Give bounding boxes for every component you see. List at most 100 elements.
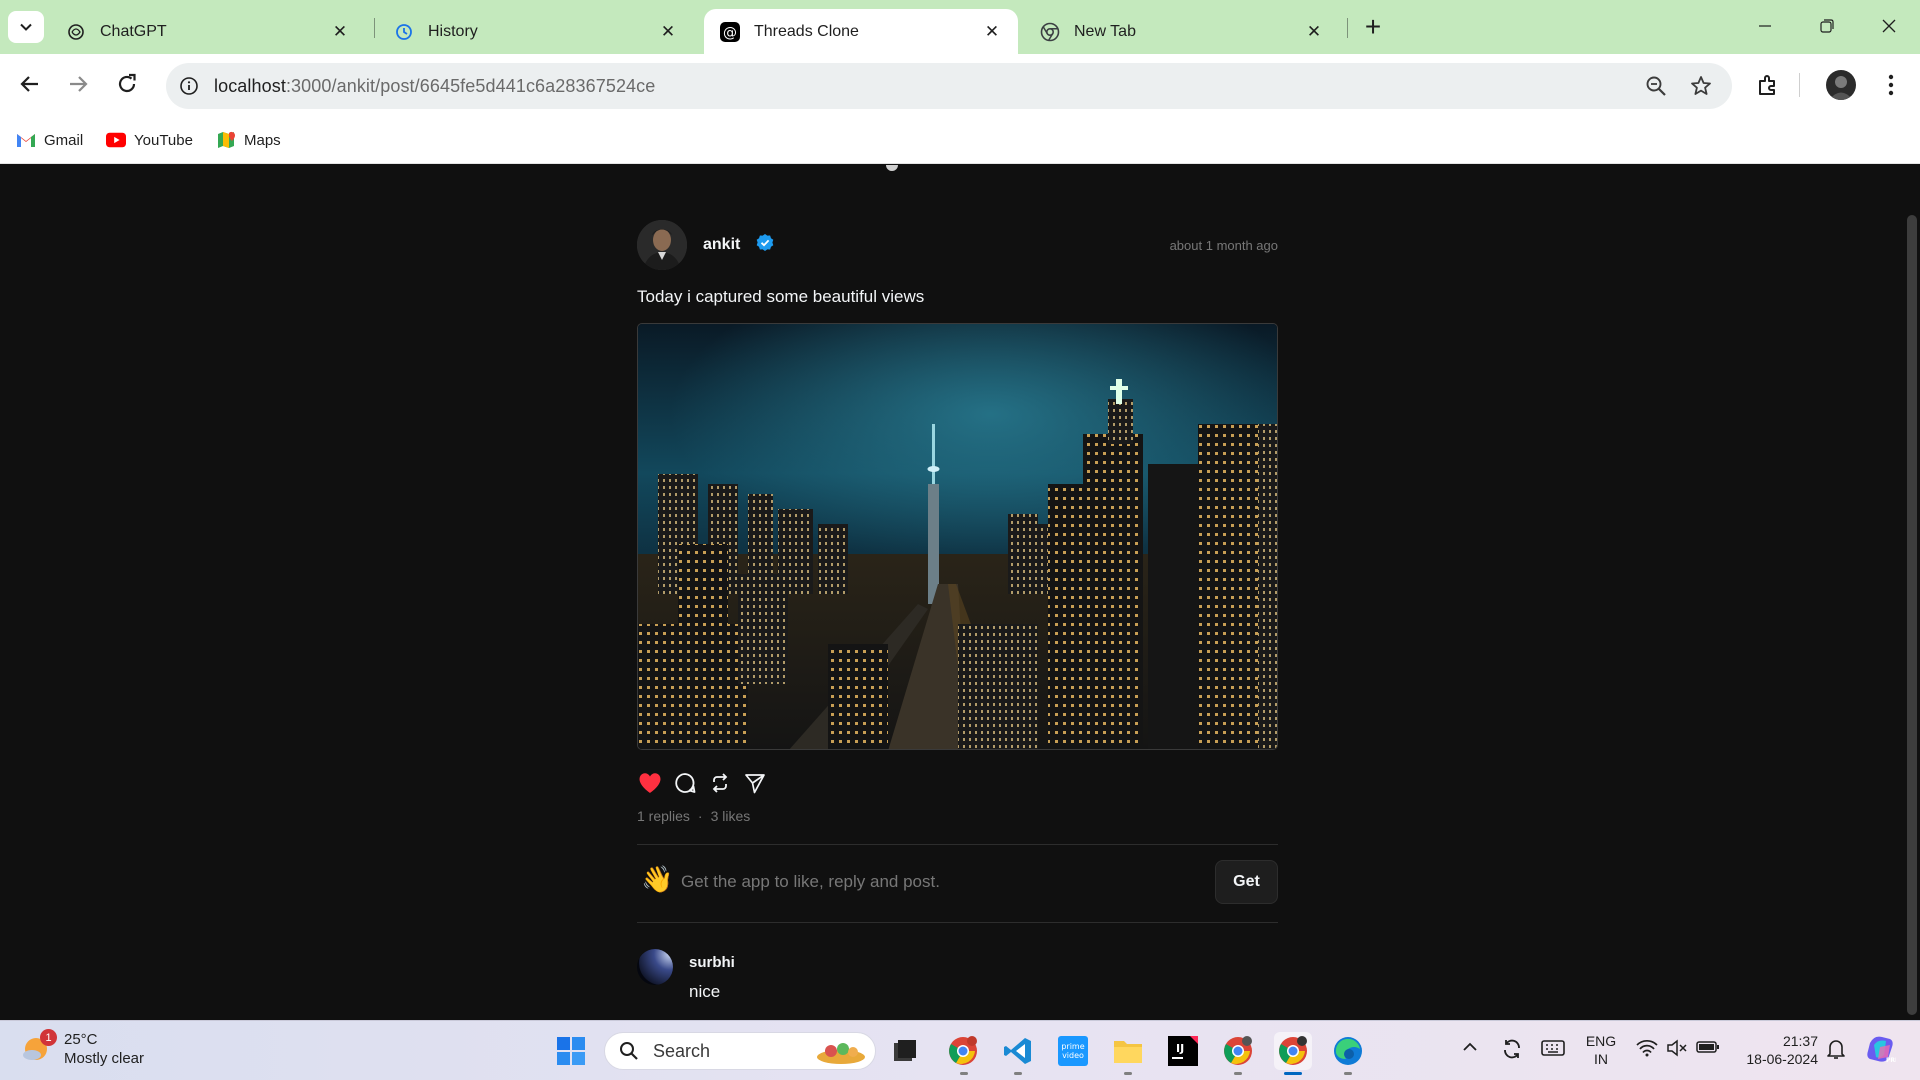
intellij-icon[interactable]: IJ	[1164, 1032, 1202, 1070]
maps-icon	[216, 130, 236, 150]
wifi-icon[interactable]	[1636, 1039, 1658, 1057]
address-bar[interactable]: localhost:3000/ankit/post/6645fe5d441c6a…	[166, 63, 1732, 109]
post-image[interactable]	[637, 323, 1278, 750]
minimize-icon	[1759, 25, 1771, 27]
get-app-button[interactable]: Get	[1215, 860, 1278, 904]
file-explorer-icon[interactable]	[1109, 1032, 1147, 1070]
tab-history[interactable]: History ✕	[378, 9, 694, 54]
prime-video-icon[interactable]: prime video	[1054, 1032, 1092, 1070]
bookmark-gmail[interactable]: Gmail	[16, 128, 83, 152]
gmail-icon	[16, 130, 36, 150]
forward-button[interactable]	[62, 68, 94, 100]
extensions-icon[interactable]	[1753, 70, 1783, 100]
tab-title: ChatGPT	[100, 22, 167, 40]
search-placeholder: Search	[653, 1040, 711, 1061]
minimize-button[interactable]	[1745, 8, 1785, 44]
tab-search-button[interactable]	[8, 11, 44, 43]
svg-text:video: video	[1062, 1051, 1084, 1060]
chatgpt-icon	[66, 22, 86, 42]
tab-chatgpt[interactable]: ChatGPT ✕	[50, 9, 366, 54]
tab-threads-clone[interactable]: @ Threads Clone ✕	[704, 9, 1018, 54]
volume-muted-icon[interactable]	[1666, 1039, 1688, 1057]
battery-icon[interactable]	[1696, 1040, 1720, 1054]
browser-toolbar: localhost:3000/ankit/post/6645fe5d441c6a…	[0, 54, 1920, 118]
restore-button[interactable]	[1807, 8, 1847, 44]
zoom-icon[interactable]	[1644, 74, 1668, 98]
post-stats: 1 replies · 3 likes	[637, 808, 750, 824]
tray-overflow-chevron-icon[interactable]	[1462, 1041, 1478, 1053]
tab-separator	[1347, 18, 1348, 38]
notification-bell-icon[interactable]	[1826, 1038, 1846, 1060]
reload-icon	[118, 73, 136, 93]
post-timestamp: about 1 month ago	[1169, 238, 1278, 253]
clock-date: 18-06-2024	[1746, 1051, 1818, 1067]
weather-widget[interactable]: 1 25°C Mostly clear	[22, 1029, 145, 1068]
vscode-icon[interactable]	[999, 1032, 1037, 1070]
new-tab-button[interactable]: +	[1357, 11, 1389, 43]
edge-icon[interactable]	[1329, 1032, 1367, 1070]
bookmarks-bar: Gmail YouTube Maps	[0, 118, 1920, 164]
weather-moon-icon: 1	[22, 1029, 57, 1065]
url-host: localhost	[214, 75, 286, 96]
close-icon[interactable]: ✕	[1304, 22, 1324, 42]
tab-title: History	[428, 22, 478, 40]
window-close-button[interactable]	[1869, 8, 1909, 44]
like-button[interactable]	[637, 770, 663, 796]
close-icon[interactable]: ✕	[982, 22, 1002, 42]
svg-text:prime: prime	[1061, 1042, 1084, 1051]
bookmark-youtube[interactable]: YouTube	[106, 128, 193, 152]
history-icon	[394, 22, 414, 42]
chrome-taskbar-icon[interactable]	[944, 1032, 982, 1070]
active-indicator	[1284, 1072, 1302, 1075]
url-text[interactable]: localhost:3000/ankit/post/6645fe5d441c6a…	[214, 76, 655, 97]
close-icon[interactable]: ✕	[330, 22, 350, 42]
replies-count[interactable]: 1 replies	[637, 808, 690, 824]
running-indicator	[1124, 1072, 1132, 1075]
tab-new-tab[interactable]: New Tab ✕	[1024, 9, 1340, 54]
reply-avatar[interactable]	[637, 949, 673, 985]
svg-text:@: @	[723, 25, 737, 41]
youtube-icon	[106, 130, 126, 150]
chrome-active-icon[interactable]	[1274, 1032, 1312, 1070]
weather-badge: 1	[40, 1029, 57, 1046]
post-text: Today i captured some beautiful views	[637, 287, 925, 306]
reload-button[interactable]	[111, 68, 143, 100]
avatar[interactable]	[637, 220, 687, 270]
sync-icon[interactable]	[1500, 1037, 1524, 1061]
weather-condition: Mostly clear	[64, 1050, 145, 1067]
running-indicator	[1234, 1072, 1242, 1075]
reply-username[interactable]: surbhi	[689, 954, 735, 971]
repost-button[interactable]	[707, 770, 733, 796]
post-username[interactable]: ankit	[703, 236, 740, 254]
language-indicator[interactable]: ENG IN	[1580, 1032, 1622, 1068]
taskbar-search[interactable]: Search	[604, 1032, 876, 1070]
back-button[interactable]	[14, 68, 46, 100]
task-view-icon[interactable]	[886, 1032, 924, 1070]
bookmark-maps[interactable]: Maps	[216, 128, 281, 152]
site-info-icon[interactable]	[178, 75, 200, 97]
reply-button[interactable]	[672, 770, 698, 796]
windows-start-icon[interactable]	[552, 1032, 590, 1070]
svg-text:IJ: IJ	[1176, 1042, 1184, 1055]
search-icon	[617, 1039, 641, 1063]
verified-badge-icon	[756, 234, 774, 251]
keyboard-icon[interactable]	[1541, 1039, 1565, 1057]
send-icon	[745, 774, 765, 794]
url-path: :3000/ankit/post/6645fe5d441c6a28367524c…	[285, 75, 656, 96]
menu-kebab-icon[interactable]	[1876, 70, 1906, 100]
likes-count[interactable]: 3 likes	[711, 808, 751, 824]
toolbar-divider	[1799, 73, 1800, 97]
clock[interactable]: 21:37 18-06-2024	[1734, 1032, 1818, 1068]
arrow-right-icon	[70, 76, 88, 92]
tab-separator	[374, 18, 375, 38]
copilot-icon[interactable]: PRE	[1864, 1033, 1896, 1065]
page-scrollbar[interactable]	[1904, 165, 1920, 1020]
profile-avatar[interactable]	[1826, 70, 1856, 100]
search-highlight-icon	[813, 1037, 869, 1072]
bookmark-star-icon[interactable]	[1689, 74, 1713, 98]
close-icon[interactable]: ✕	[658, 22, 678, 42]
chrome-profile-icon[interactable]	[1219, 1032, 1257, 1070]
tab-title: New Tab	[1074, 22, 1136, 40]
share-button[interactable]	[742, 770, 768, 796]
scrollbar-thumb[interactable]	[1907, 215, 1917, 1015]
